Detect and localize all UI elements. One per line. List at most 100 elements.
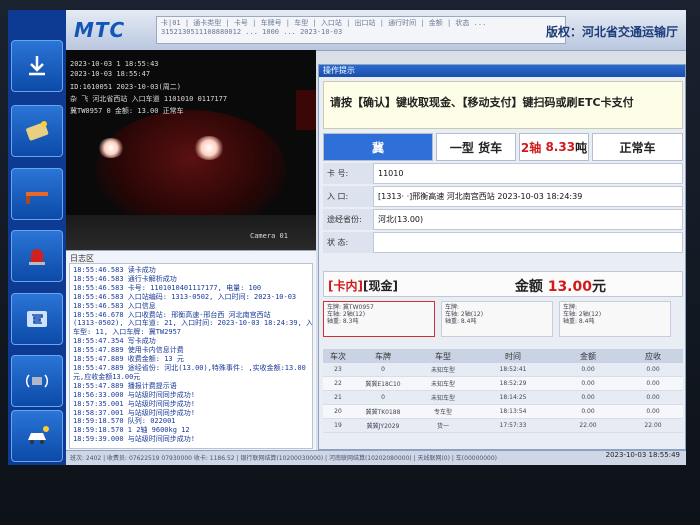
log-line: 车型: 11, 入口车牌: 冀TW2957 (73, 328, 182, 337)
red-pole (296, 90, 316, 130)
vehicle-summary: 冀 一型 货车 2轴 8.33 吨 正常车 (323, 133, 683, 161)
card-value: 11010 (373, 163, 683, 184)
cell: 18:13:54 (499, 408, 527, 415)
log-line: 18:55:46.583 入口信息 (73, 301, 156, 310)
history-body: 23 0 未知车型 18:52:41 0.00 0.00 22 冀冀E18C10 未知车型 18… (323, 363, 683, 433)
table-row[interactable]: 23 0 未知车型 18:52:41 0.00 0.00 (323, 363, 683, 377)
cell: 冀冀JY2029 (366, 423, 400, 430)
fee-row: [卡内][现金] 金额 13.00 元 (323, 271, 683, 297)
cell: 18:14:25 (499, 394, 527, 401)
log-line: 18:57:35.001 与站级时间同步成功! (73, 399, 196, 408)
log-line: 18:59:18.570 队列: 022001 (73, 417, 176, 426)
cash-mode-tag: [现金] (362, 279, 398, 293)
cam-line-1: 2023-10-03 18:55:47 (70, 70, 151, 78)
cell: 0.00 (581, 366, 595, 373)
axle-card[interactable]: 车牌: 车轴: 2轴(12) 轴重: 8.4吨 (441, 301, 553, 337)
wireless-button[interactable] (11, 355, 63, 407)
entry-label: 入 口: (323, 186, 373, 207)
log-line: (1313-0502), 入口车道: 21, 入口时间: 2023-10-03 … (73, 319, 313, 328)
cell: 0.00 (646, 394, 660, 401)
monitor-bezel: MTC 卡|01 | 通卡类型 | 卡号 | 车牌号 | 车型 | 入口站 | … (0, 0, 700, 525)
log-panel: 日志区 18:55:46.583 读卡成功 18:55:46.583 通行卡解析… (66, 250, 316, 451)
province-row: 途经省份: 河北(13.00) (323, 209, 683, 230)
vehicle-info-button[interactable] (11, 410, 63, 462)
lane-ticker: 卡|01 | 通卡类型 | 卡号 | 车牌号 | 车型 | 入口站 | 出口站 … (156, 16, 566, 44)
col-header: 车牌 (375, 351, 391, 361)
axle-card-weight: 轴重: 8.4吨 (445, 318, 477, 325)
log-line: 18:55:47.889 收费金额: 13 元 (73, 355, 184, 364)
camera-view: 2023-10-03 1 18:55:43 2023-10-03 18:55:4… (66, 50, 316, 250)
cell: 冀冀TK0188 (365, 409, 401, 416)
table-row[interactable]: 22 冀冀E18C10 未知车型 18:52:29 0.00 0.00 (323, 377, 683, 391)
log-line: 18:55:47.354 写卡成功 (73, 337, 156, 346)
col-header: 车型 (435, 351, 451, 361)
etc-card-icon (27, 311, 47, 327)
log-line: 18:59:39.000 与站级时间同步成功! (73, 435, 196, 444)
axle-card[interactable]: 车牌: 冀TW0957 车轴: 2轴(12) 轴重: 8.3吨 (323, 301, 435, 337)
table-row[interactable]: 21 0 未知车型 18:14:25 0.00 0.00 (323, 391, 683, 405)
cell: 22.00 (579, 422, 597, 429)
status-time: 2023-10-03 18:55:49 (605, 451, 680, 459)
cell: 0.00 (646, 366, 660, 373)
siren-icon (29, 249, 45, 265)
log-line: 18:55:46.583 通行卡解析成功 (73, 274, 177, 283)
axle-card-plate: 车牌: (563, 304, 578, 311)
table-row[interactable]: 19 冀冀JY2029 货一 17:57:33 22.00 22.00 (323, 419, 683, 433)
log-line: 18:55:46.583 入口站编码: 1313-0502, 入口时间: 202… (73, 292, 297, 301)
cam-time: 2023-10-03 1 18:55:43 (70, 60, 159, 68)
status-bar: 班次: 2402 | 收费员: 07622519 07930000 收卡: 11… (66, 450, 686, 465)
cell: 23 (334, 366, 342, 373)
axle-card[interactable]: 车牌: 车轴: 2轴(12) 轴重: 8.4吨 (559, 301, 671, 337)
cell: 18:52:29 (499, 380, 527, 387)
fee-unit: 元 (592, 279, 606, 295)
cam-line-4: 冀TW0957 0 金额: 13.00 正常车 (70, 107, 184, 115)
card-reader-button[interactable] (11, 105, 63, 157)
province-value: 河北(13.00) (373, 209, 683, 230)
operation-prompt: 请按【确认】键收取现金、【移动支付】键扫码或刷ETC卡支付 (323, 81, 683, 129)
state-value (373, 232, 683, 253)
etc-button[interactable] (11, 293, 63, 345)
barrier-icon (26, 192, 48, 204)
log-list[interactable]: 18:55:46.583 读卡成功 18:55:46.583 通行卡解析成功 1… (69, 263, 313, 449)
axle-card-plate: 车牌: 冀TW0957 (327, 304, 374, 311)
vehicle-class-text: 一型 货车 (449, 140, 503, 155)
cell: 货一 (436, 423, 449, 430)
table-row[interactable]: 20 冀冀TK0188 专车型 18:13:54 0.00 0.00 (323, 405, 683, 419)
history-table: 车次 车牌 车型 时间 金额 应收 23 0 未知车型 18:52:41 0.00 0.0… (323, 349, 683, 433)
col-header: 金额 (580, 351, 596, 361)
card-row: 卡 号: 11010 (323, 163, 683, 184)
operation-title: 操作提示 (319, 65, 685, 77)
cam-line-2: ID:1610051 2023-10-03(周二) (70, 83, 181, 91)
cell: 19 (334, 422, 342, 429)
alarm-button[interactable] (11, 230, 63, 282)
plate-box: 冀 (323, 133, 433, 161)
log-line: 18:55:46.583 卡号: 1101010401117177, 电量: 1… (73, 283, 262, 292)
cell: 20 (334, 408, 342, 415)
axle-weight-box: 2轴 8.33 吨 (519, 133, 589, 161)
axle-card-axles: 车轴: 2轴(12) (327, 311, 366, 318)
card-mode-tag: [卡内] (328, 279, 363, 293)
log-line: 18:59:18.570 1 2轴 9600kg 12 (73, 426, 190, 435)
log-line: 元,应收金额13.00元 (73, 372, 141, 381)
cell: 18:52:41 (499, 366, 527, 373)
entry-row: 入 口: [1313· ·]邢衡高速 河北南宫西站 2023-10-03 18:… (323, 186, 683, 207)
card-label: 卡 号: (323, 163, 373, 184)
log-line: 18:55:47.889 使用卡内信息计费 (73, 346, 184, 355)
download-button[interactable] (11, 40, 63, 92)
axle-cards: 车牌: 冀TW0957 车轴: 2轴(12) 轴重: 8.3吨 车牌: 车轴: … (323, 301, 683, 339)
agency-label: 版权：河北省交通运输厅 (545, 25, 678, 39)
fee-amount: 金额 13.00 (515, 276, 592, 296)
axle-card-plate: 车牌: (445, 304, 460, 311)
log-line: 18:55:47.889 途经省份: 河北(13.00),特殊事件: ,实收金额… (73, 363, 306, 372)
log-line: 18:56:33.000 与站级时间同步成功! (73, 390, 196, 399)
lane-bar-button[interactable] (11, 168, 63, 220)
province-label: 途经省份: (323, 209, 373, 230)
history-header: 车次 车牌 车型 时间 金额 应收 (323, 349, 683, 363)
cell: 0.00 (646, 380, 660, 387)
log-line: 18:55:46.583 读卡成功 (73, 266, 156, 274)
entry-value: [1313· ·]邢衡高速 河北南宫西站 2023-10-03 18:24:39 (373, 186, 683, 207)
title-bar: MTC 卡|01 | 通卡类型 | 卡号 | 车牌号 | 车型 | 入口站 | … (66, 10, 686, 51)
cell: 0 (381, 366, 385, 373)
car-icon (28, 426, 49, 444)
fee-label: 金额 (514, 279, 543, 295)
